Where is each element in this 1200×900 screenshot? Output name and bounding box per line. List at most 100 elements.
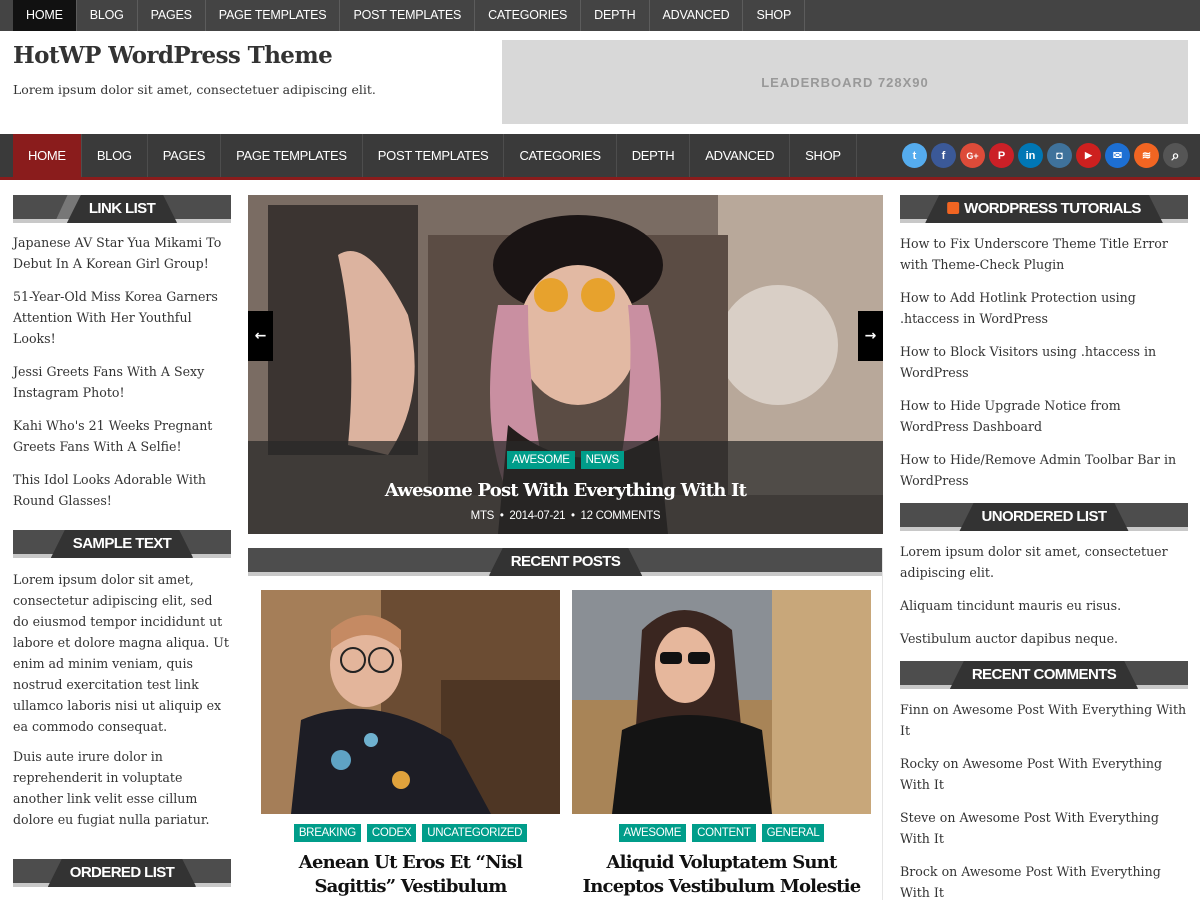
leaderboard-ad[interactable]: LEADERBOARD 728X90: [502, 40, 1188, 124]
link-list-item[interactable]: This Idol Looks Adorable With Round Glas…: [13, 469, 231, 511]
section-title: RECENT POSTS: [248, 548, 883, 576]
topnav-post-templates[interactable]: POST TEMPLATES: [340, 0, 476, 31]
comment-item: Brock on Awesome Post With Everything Wi…: [900, 861, 1188, 900]
comment-author: Finn: [900, 702, 929, 717]
ordered-list-widget: ORDERED LIST: [13, 859, 231, 887]
search-icon[interactable]: ⌕: [1163, 143, 1188, 168]
link-list-item[interactable]: Jessi Greets Fans With A Sexy Instagram …: [13, 361, 231, 403]
instagram-icon[interactable]: ◘: [1047, 143, 1072, 168]
comment-author: Brock: [900, 864, 938, 879]
featured-slider[interactable]: ← → AWESOME NEWS Awesome Post With Every…: [248, 195, 883, 534]
mainnav-page-templates[interactable]: PAGE TEMPLATES: [221, 134, 363, 177]
widget-title: RECENT COMMENTS: [900, 661, 1188, 689]
post-card: BREAKING CODEX UNCATEGORIZED Aenean Ut E…: [261, 590, 560, 899]
linkedin-icon[interactable]: in: [1018, 143, 1043, 168]
post-comments[interactable]: 12 COMMENTS: [581, 510, 661, 522]
slider-next-button[interactable]: →: [858, 311, 883, 361]
youtube-icon[interactable]: ▶: [1076, 143, 1101, 168]
google-plus-icon[interactable]: G+: [960, 143, 985, 168]
topnav-shop[interactable]: SHOP: [743, 0, 806, 31]
mainnav-categories[interactable]: CATEGORIES: [504, 134, 617, 177]
comment-post-link[interactable]: Awesome Post With Everything With It: [900, 864, 1161, 900]
slide-tags: AWESOME NEWS: [248, 451, 883, 469]
tutorial-link[interactable]: How to Hide Upgrade Notice from WordPres…: [900, 398, 1121, 434]
post-date: 2014-07-21: [509, 510, 566, 522]
slide-meta: MTS • 2014-07-21 • 12 COMMENTS: [248, 510, 883, 522]
list-item: Lorem ipsum dolor sit amet, consectetuer…: [900, 544, 1168, 580]
tutorial-link[interactable]: How to Hide/Remove Admin Toolbar Bar in …: [900, 452, 1176, 488]
post-image: [572, 590, 871, 814]
widget-title: SAMPLE TEXT: [13, 530, 231, 558]
comment-on: on: [941, 864, 958, 879]
top-navigation: HOME BLOG PAGES PAGE TEMPLATES POST TEMP…: [0, 0, 1200, 31]
sample-text-paragraph: Duis aute irure dolor in reprehenderit i…: [13, 749, 210, 827]
category-tag[interactable]: NEWS: [580, 451, 624, 469]
mainnav-pages[interactable]: PAGES: [148, 134, 222, 177]
rss-icon[interactable]: ≋: [1134, 143, 1159, 168]
meta-separator: •: [496, 510, 510, 522]
link-list-item[interactable]: Japanese AV Star Yua Mikami To Debut In …: [13, 232, 231, 274]
post-thumbnail[interactable]: [261, 590, 560, 814]
comment-author: Steve: [900, 810, 936, 825]
category-tag[interactable]: AWESOME: [618, 824, 687, 842]
twitter-icon[interactable]: t: [902, 143, 927, 168]
post-tags: AWESOME CONTENT GENERAL: [572, 824, 871, 842]
ordered-list-title: ORDERED LIST: [48, 859, 196, 887]
topnav-home[interactable]: HOME: [13, 0, 77, 31]
category-tag[interactable]: BREAKING: [293, 824, 361, 842]
comment-post-link[interactable]: Awesome Post With Everything With It: [900, 756, 1162, 792]
topnav-categories[interactable]: CATEGORIES: [475, 0, 582, 31]
recent-posts-section: RECENT POSTS: [248, 548, 883, 576]
topnav-pages[interactable]: PAGES: [138, 0, 206, 31]
pinterest-icon[interactable]: P: [989, 143, 1014, 168]
sample-text-widget: SAMPLE TEXT Lorem ipsum dolor sit amet, …: [13, 530, 231, 830]
mainnav-home[interactable]: HOME: [13, 134, 82, 177]
tutorial-link[interactable]: How to Block Visitors using .htaccess in…: [900, 344, 1156, 380]
category-tag[interactable]: UNCATEGORIZED: [422, 824, 528, 842]
category-tag[interactable]: AWESOME: [507, 451, 575, 469]
tutorial-link[interactable]: How to Fix Underscore Theme Title Error …: [900, 236, 1168, 272]
topnav-page-templates[interactable]: PAGE TEMPLATES: [206, 0, 341, 31]
post-author[interactable]: MTS: [471, 510, 495, 522]
link-list-item[interactable]: 51-Year-Old Miss Korea Garners Attention…: [13, 286, 231, 349]
category-tag[interactable]: GENERAL: [761, 824, 825, 842]
site-title[interactable]: HotWP WordPress Theme: [13, 42, 333, 69]
topnav-blog[interactable]: BLOG: [77, 0, 138, 31]
mainnav-shop[interactable]: SHOP: [790, 134, 857, 177]
list-item: Aliquam tincidunt mauris eu risus.: [900, 598, 1122, 613]
comment-on: on: [933, 702, 949, 717]
unordered-list-title: UNORDERED LIST: [960, 503, 1129, 531]
recent-comments-widget: RECENT COMMENTS Finn on Awesome Post Wit…: [900, 661, 1188, 900]
sample-text-paragraph: Lorem ipsum dolor sit amet, consectetur …: [13, 572, 229, 734]
widget-title: ORDERED LIST: [13, 859, 231, 887]
post-tags: BREAKING CODEX UNCATEGORIZED: [261, 824, 560, 842]
topnav-depth[interactable]: DEPTH: [581, 0, 650, 31]
mainnav-advanced[interactable]: ADVANCED: [690, 134, 791, 177]
site-description: Lorem ipsum dolor sit amet, consectetuer…: [13, 82, 376, 97]
meta-separator: •: [568, 510, 581, 522]
widget-title: WORDPRESS TUTORIALS: [900, 195, 1188, 223]
mainnav-depth[interactable]: DEPTH: [617, 134, 691, 177]
slide-title[interactable]: Awesome Post With Everything With It: [248, 480, 883, 501]
slider-prev-button[interactable]: ←: [248, 311, 273, 361]
category-tag[interactable]: CONTENT: [692, 824, 756, 842]
mainnav-blog[interactable]: BLOG: [82, 134, 148, 177]
email-icon[interactable]: ✉: [1105, 143, 1130, 168]
wordpress-tutorials-label: WORDPRESS TUTORIALS: [964, 200, 1141, 217]
recent-posts-title: RECENT POSTS: [489, 548, 642, 576]
main-navigation: HOME BLOG PAGES PAGE TEMPLATES POST TEMP…: [0, 134, 1200, 180]
post-thumbnail[interactable]: [572, 590, 871, 814]
post-title[interactable]: Aliquid Voluptatem Sunt Inceptos Vestibu…: [572, 851, 871, 899]
topnav-advanced[interactable]: ADVANCED: [650, 0, 744, 31]
left-sidebar: LINK LIST Japanese AV Star Yua Mikami To…: [13, 195, 231, 887]
mainnav-post-templates[interactable]: POST TEMPLATES: [363, 134, 505, 177]
link-list-item[interactable]: Kahi Who's 21 Weeks Pregnant Greets Fans…: [13, 415, 231, 457]
post-title[interactable]: Aenean Ut Eros Et “Nisl Sagittis” Vestib…: [261, 851, 560, 899]
list-item: Vestibulum auctor dapibus neque.: [900, 631, 1119, 646]
comment-author: Rocky: [900, 756, 939, 771]
tutorial-link[interactable]: How to Add Hotlink Protection using .hta…: [900, 290, 1136, 326]
wordpress-tutorials-title: WORDPRESS TUTORIALS: [925, 195, 1163, 223]
category-tag[interactable]: CODEX: [366, 824, 417, 842]
link-list-widget: LINK LIST Japanese AV Star Yua Mikami To…: [13, 195, 231, 511]
facebook-icon[interactable]: f: [931, 143, 956, 168]
